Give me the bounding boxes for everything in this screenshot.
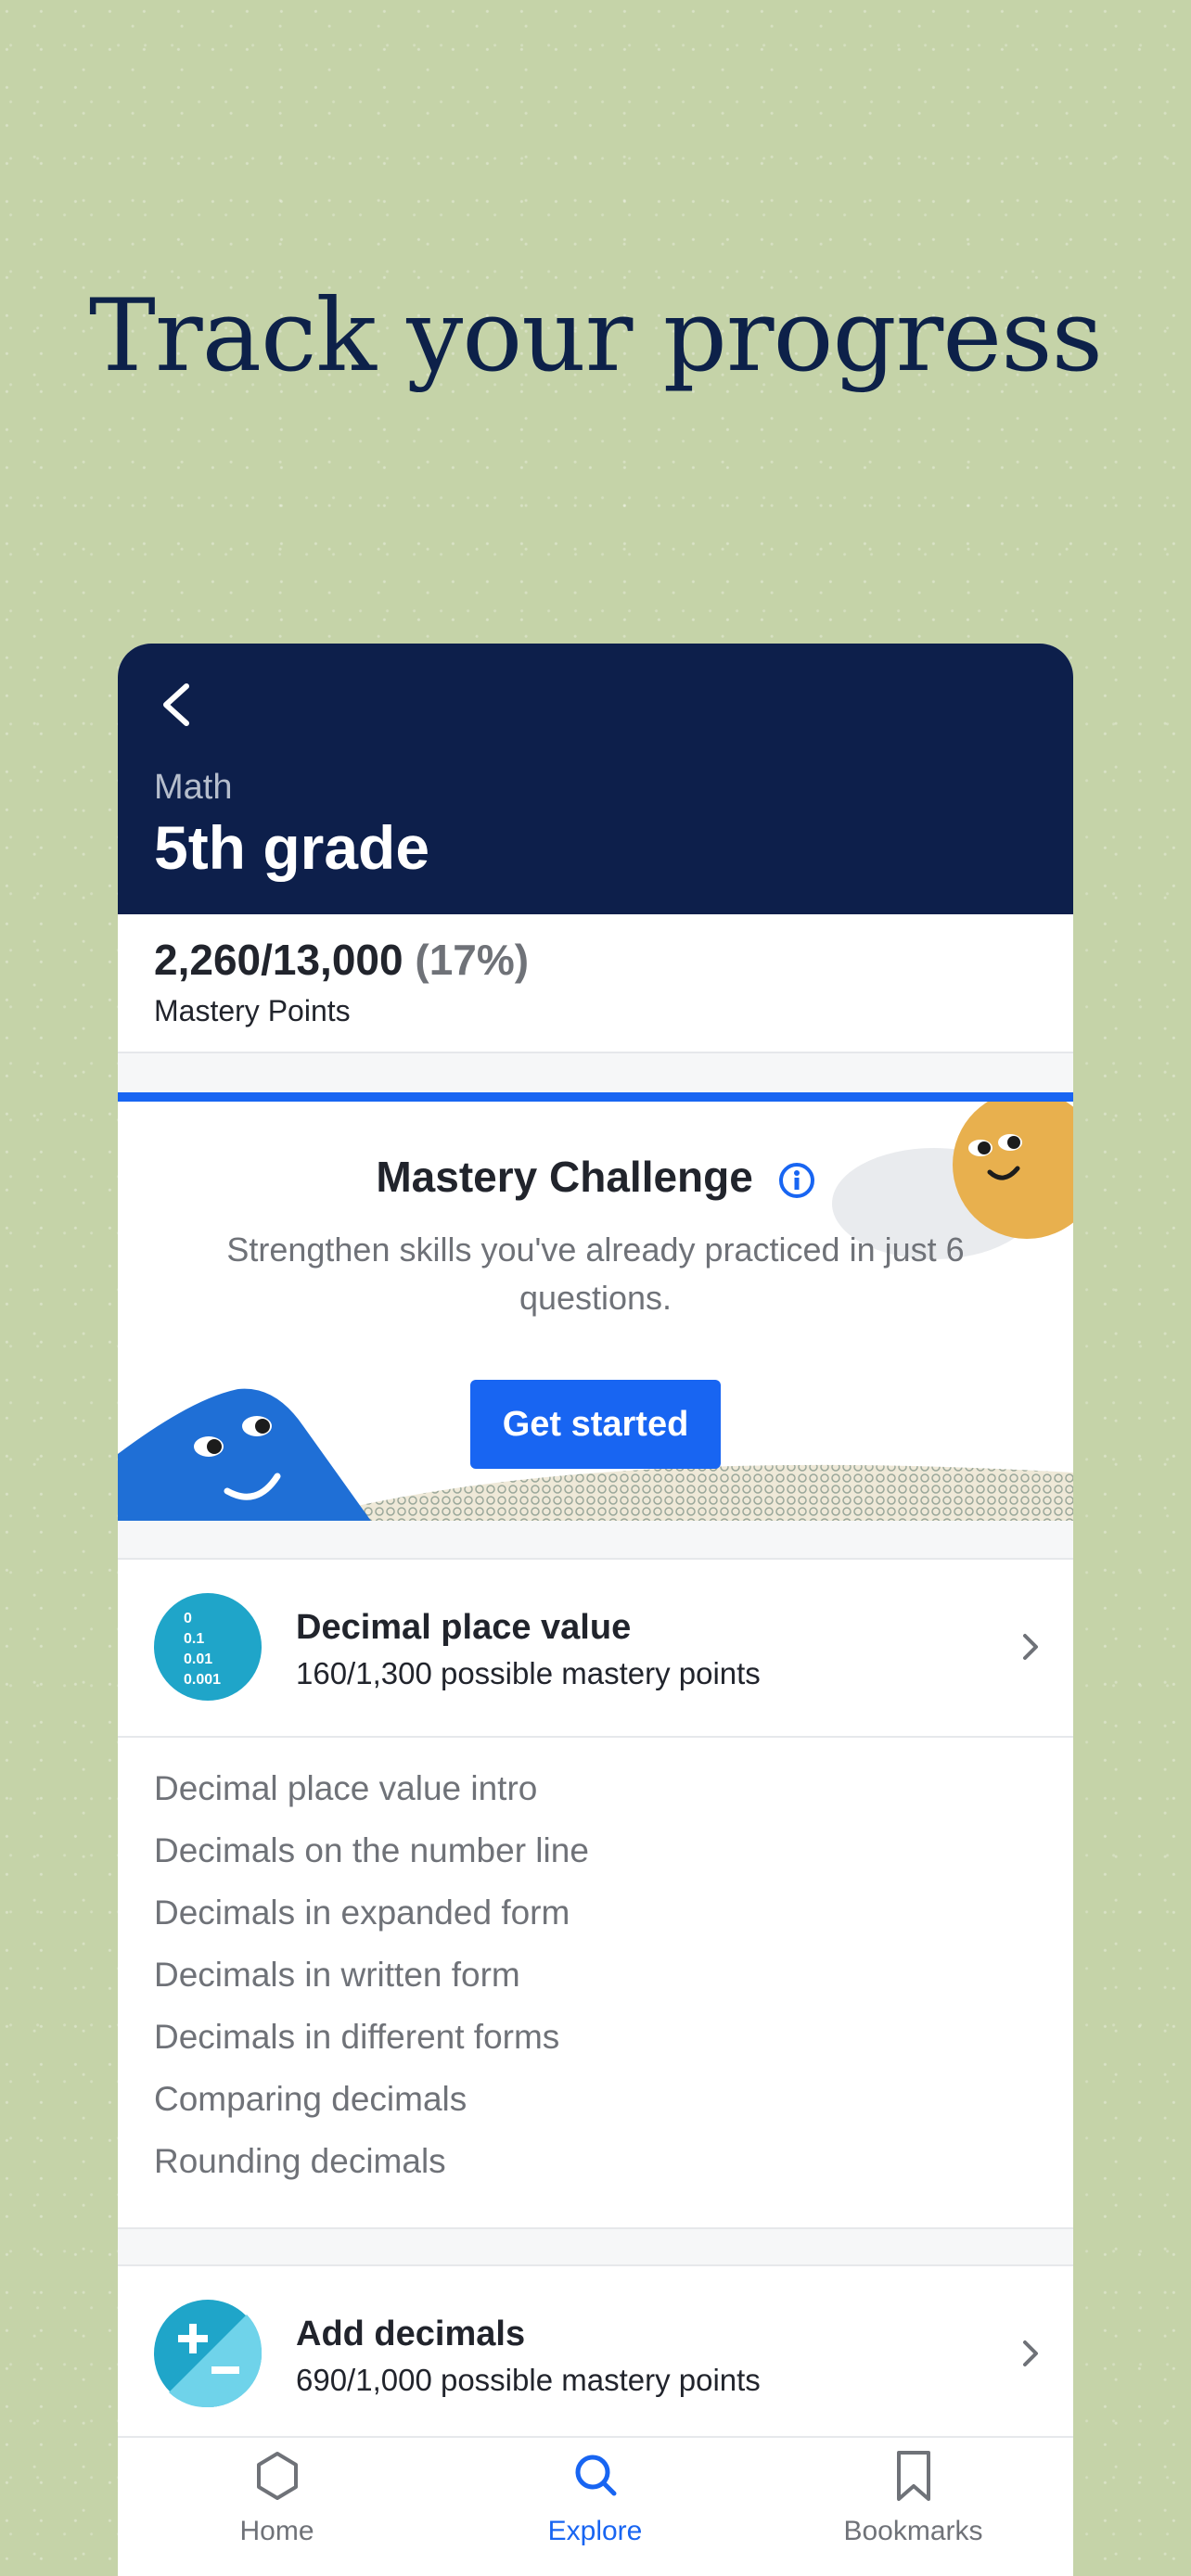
back-arrow-icon[interactable] bbox=[153, 677, 201, 733]
chevron-right-icon bbox=[1023, 1634, 1038, 1660]
hexagon-icon bbox=[257, 2452, 298, 2500]
decimal-place-value-icon: 0 0.1 0.01 0.001 bbox=[154, 1593, 262, 1701]
course-header: Math 5th grade bbox=[118, 644, 1073, 914]
unit-title: Decimal place value bbox=[296, 1608, 632, 1647]
lesson-item[interactable]: Decimals in different forms bbox=[154, 2018, 559, 2057]
bookmark-icon bbox=[897, 2451, 930, 2501]
unit-icon-line: 0.1 bbox=[184, 1631, 204, 1647]
chevron-right-icon bbox=[1023, 2340, 1038, 2366]
tab-bookmarks[interactable]: Bookmarks bbox=[754, 2438, 1072, 2576]
mastery-points-value: 2,260/13,000 (17%) bbox=[154, 935, 529, 985]
lesson-item[interactable]: Decimals in expanded form bbox=[154, 1894, 570, 1932]
lesson-item[interactable]: Decimals in written form bbox=[154, 1956, 520, 1995]
unit-row-decimal-place-value[interactable]: 0 0.1 0.01 0.001 Decimal place value 160… bbox=[118, 1560, 1073, 1738]
unit-mastery-points: 690/1,000 possible mastery points bbox=[296, 2363, 761, 2397]
lesson-list: Decimal place value intro Decimals on th… bbox=[118, 1738, 1073, 2227]
mastery-points-count: 2,260/13,000 bbox=[154, 936, 403, 984]
unit-mastery-points: 160/1,300 possible mastery points bbox=[296, 1656, 761, 1690]
course-title: 5th grade bbox=[154, 813, 430, 882]
tab-explore[interactable]: Explore bbox=[436, 2438, 754, 2576]
bottom-tab-bar: Home Explore Bookmarks bbox=[118, 2436, 1073, 2576]
page-headline: Track your progress bbox=[88, 278, 1103, 394]
lesson-item[interactable]: Decimals on the number line bbox=[154, 1831, 589, 1870]
challenge-description: Strengthen skills you've already practic… bbox=[226, 1231, 965, 1317]
add-decimals-icon bbox=[154, 2300, 262, 2407]
tab-label: Bookmarks bbox=[843, 2516, 983, 2546]
unit-row-add-decimals[interactable]: Add decimals 690/1,000 possible mastery … bbox=[118, 2266, 1073, 2444]
section-divider bbox=[118, 1053, 1073, 1092]
challenge-title-text: Mastery Challenge bbox=[376, 1153, 753, 1201]
tab-label: Home bbox=[239, 2516, 314, 2546]
tab-label: Explore bbox=[547, 2516, 643, 2546]
lesson-item[interactable]: Rounding decimals bbox=[154, 2142, 446, 2181]
unit-icon-line: 0 bbox=[184, 1611, 192, 1626]
tab-home[interactable]: Home bbox=[118, 2438, 436, 2576]
section-divider bbox=[118, 1521, 1073, 1560]
unit-icon-line: 0.01 bbox=[184, 1651, 212, 1667]
mastery-percent: (17%) bbox=[415, 936, 530, 984]
section-divider bbox=[118, 2227, 1073, 2266]
info-icon[interactable] bbox=[778, 1162, 815, 1199]
mastery-points-label: Mastery Points bbox=[154, 994, 351, 1027]
unit-title: Add decimals bbox=[296, 2315, 526, 2353]
get-started-button[interactable]: Get started bbox=[470, 1380, 721, 1469]
mastery-challenge-card: Mastery Challenge Strengthen skills you'… bbox=[118, 1092, 1073, 1530]
search-icon bbox=[575, 2455, 617, 2496]
challenge-title: Mastery Challenge bbox=[118, 1152, 1073, 1202]
lesson-item[interactable]: Comparing decimals bbox=[154, 2080, 467, 2119]
subject-label: Math bbox=[154, 768, 233, 807]
unit-icon-line: 0.001 bbox=[184, 1672, 221, 1688]
mastery-points-panel: 2,260/13,000 (17%) Mastery Points bbox=[118, 914, 1073, 1053]
lesson-item[interactable]: Decimal place value intro bbox=[154, 1769, 537, 1808]
phone-screen: Math 5th grade 2,260/13,000 (17%) Master… bbox=[118, 644, 1073, 2576]
